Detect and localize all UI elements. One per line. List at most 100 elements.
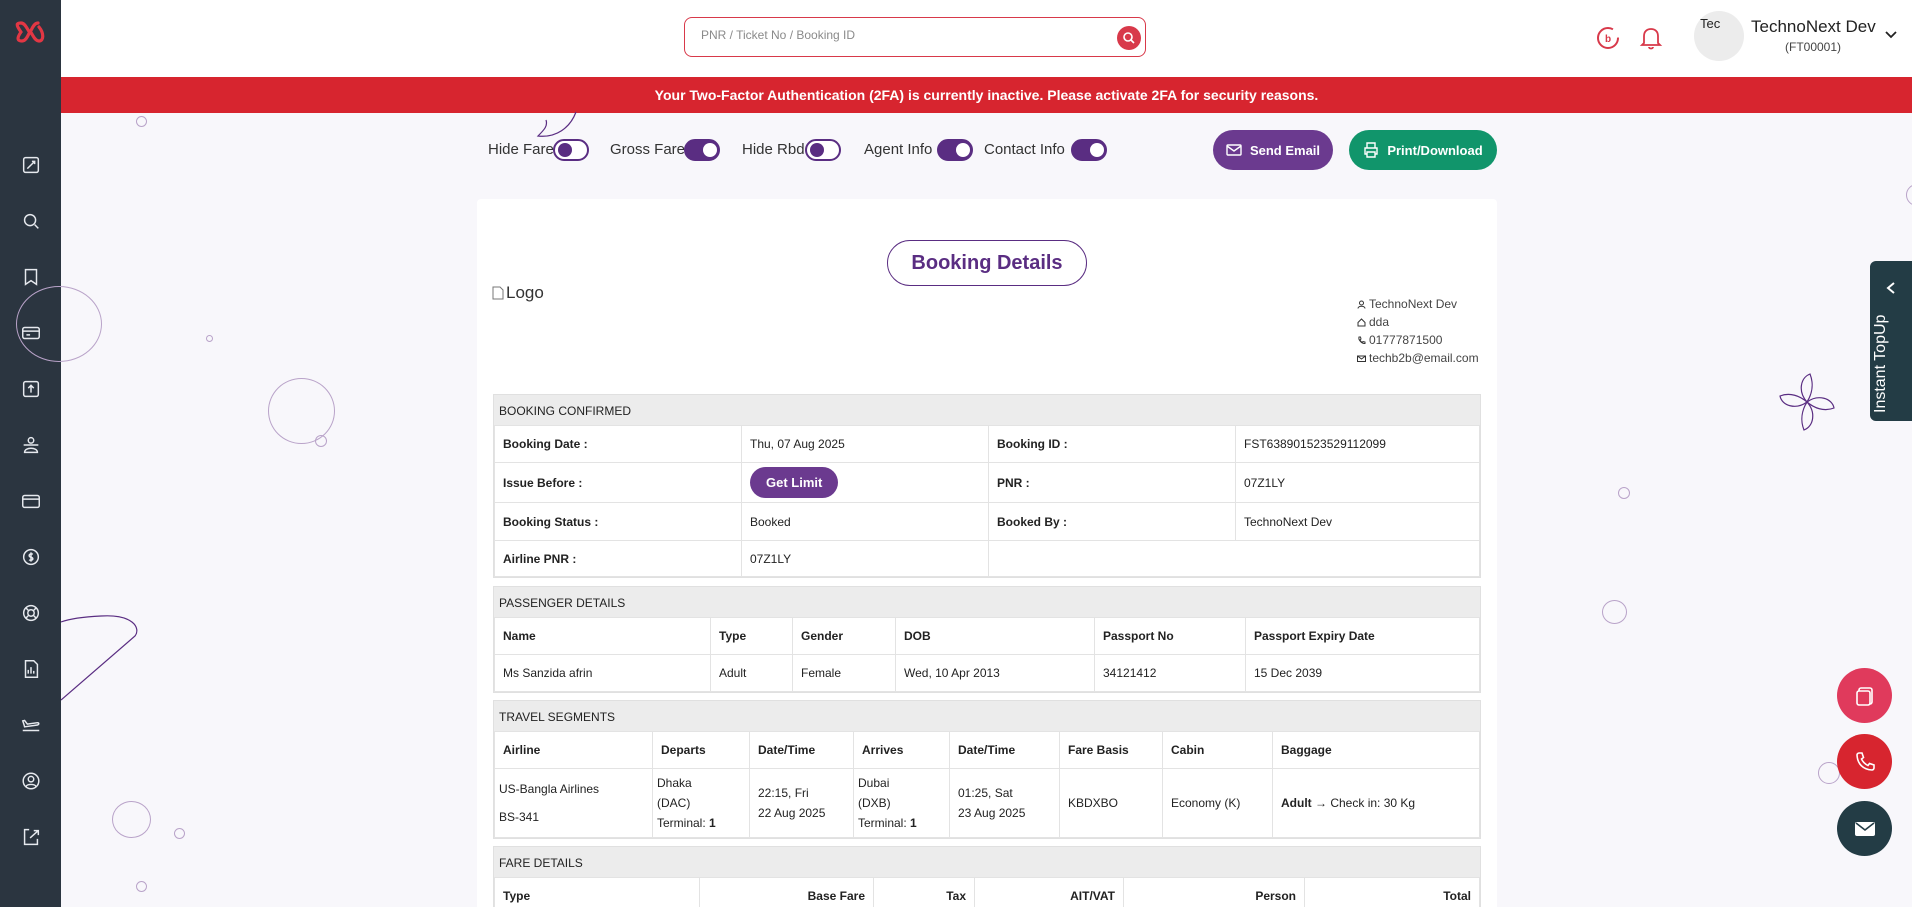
column-header: DOB	[895, 617, 1095, 655]
table-row: US-Bangla Airlines BS-341 Dhaka (DAC) Termi…	[494, 768, 1480, 838]
instant-topup-label: Instant TopUp	[1872, 314, 1889, 413]
agency-phone: 01777871500	[1369, 333, 1443, 347]
departure-terminal: Terminal: 1	[657, 813, 741, 833]
logo-alt-text: Logo	[506, 283, 544, 302]
airline-cell: US-Bangla Airlines BS-341	[494, 768, 653, 838]
decor-curve	[536, 111, 577, 137]
avatar[interactable]: Tec	[1694, 11, 1744, 61]
support-icon[interactable]	[19, 601, 43, 625]
booking-id-value: FST638901523529112099	[1235, 425, 1480, 463]
agent-info-toggle[interactable]	[937, 139, 973, 161]
table-row: Booking Status : Booked Booked By : Tech…	[494, 502, 1480, 541]
send-email-button[interactable]: Send Email	[1213, 130, 1333, 170]
decor-circle	[1618, 487, 1630, 499]
contact-info-toggle[interactable]	[1071, 139, 1107, 161]
column-header: Name	[494, 617, 711, 655]
passport-no: 34121412	[1094, 654, 1246, 692]
arrival-datetime-cell: 01:25, Sat 23 Aug 2025	[949, 768, 1060, 838]
passenger-dob: Wed, 10 Apr 2013	[895, 654, 1095, 692]
table-row: Issue Before : Get Limit PNR : 07Z1LY	[494, 462, 1480, 503]
column-header: Airline	[494, 731, 653, 769]
flight-number: BS-341	[499, 810, 540, 824]
decor-curve	[61, 615, 138, 701]
arrival-date: 23 Aug 2025	[958, 806, 1026, 820]
dashboard-icon[interactable]	[19, 153, 43, 177]
clipboard-fab-button[interactable]	[1837, 668, 1892, 723]
decor-circle	[136, 116, 147, 127]
airline-pnr-value: 07Z1LY	[741, 540, 989, 577]
column-header: Total	[1304, 877, 1480, 907]
brand-logo-icon[interactable]	[12, 14, 48, 50]
travel-segments-section: TRAVEL SEGMENTS Airline Departs Date/Tim…	[493, 700, 1481, 839]
mail-icon	[1226, 144, 1242, 156]
column-header: Date/Time	[949, 731, 1060, 769]
flight-icon[interactable]	[19, 713, 43, 737]
agency-address-row: dda	[1357, 315, 1389, 329]
report-icon[interactable]	[19, 657, 43, 681]
departure-code: (DAC)	[657, 796, 691, 810]
instant-topup-tab[interactable]: Instant TopUp	[1870, 261, 1912, 421]
search-button[interactable]	[1117, 26, 1141, 50]
booking-confirmed-heading: BOOKING CONFIRMED	[494, 395, 1480, 425]
booking-details-title: Booking Details	[887, 240, 1087, 286]
column-header: Date/Time	[749, 731, 854, 769]
bookmark-icon[interactable]	[19, 265, 43, 289]
balance-icon[interactable]: b	[1594, 24, 1622, 52]
passenger-name: Ms Sanzida afrin	[494, 654, 711, 692]
baggage-allowance: Check in: 30 Kg	[1330, 796, 1416, 810]
booking-date-value: Thu, 07 Aug 2025	[741, 425, 989, 463]
search-input[interactable]	[701, 28, 1091, 42]
profile-icon[interactable]	[19, 769, 43, 793]
baggage-pax-type: Adult →	[1281, 796, 1327, 810]
arrival-code: (DXB)	[858, 796, 891, 810]
user-name[interactable]: TechnoNext Dev	[1751, 17, 1876, 37]
passport-expiry: 15 Dec 2039	[1245, 654, 1480, 692]
message-fab-button[interactable]	[1837, 801, 1892, 856]
decor-circle	[206, 335, 213, 342]
terminal-label: Terminal:	[657, 816, 706, 830]
decor-circle	[174, 828, 185, 839]
person-icon	[1357, 300, 1366, 309]
terminal-number: 1	[709, 816, 716, 830]
decor-circle	[1906, 184, 1912, 206]
column-header: Departs	[652, 731, 750, 769]
logout-icon[interactable]	[19, 825, 43, 849]
fare-basis: KBDXBO	[1059, 768, 1163, 838]
send-email-label: Send Email	[1249, 142, 1321, 158]
airline-name: US-Bangla Airlines	[499, 782, 600, 796]
payment-icon[interactable]	[19, 545, 43, 569]
column-header: Base Fare	[699, 877, 874, 907]
cabin-class: Economy (K)	[1162, 768, 1273, 838]
toggle-label-agent-info: Agent Info	[864, 141, 933, 158]
phone-icon	[1855, 751, 1875, 771]
mail-icon	[1854, 821, 1875, 836]
column-header: Gender	[792, 617, 896, 655]
column-header: Cabin	[1162, 731, 1273, 769]
printer-icon	[1364, 142, 1379, 158]
decor-circle	[268, 378, 335, 444]
departure-city: Dhaka	[657, 776, 692, 790]
booking-status-label: Booking Status :	[494, 502, 742, 541]
table-row: Booking Date : Thu, 07 Aug 2025 Booking …	[494, 425, 1480, 463]
booking-status-value: Booked	[741, 502, 989, 541]
column-header: Passport No	[1094, 617, 1246, 655]
gross-fare-toggle[interactable]	[684, 139, 720, 161]
call-fab-button[interactable]	[1837, 734, 1892, 789]
hide-fare-toggle[interactable]	[553, 139, 589, 161]
search-icon[interactable]	[19, 209, 43, 233]
wallet-icon[interactable]	[19, 489, 43, 513]
chevron-left-icon	[1886, 282, 1895, 294]
chevron-down-icon[interactable]	[1884, 30, 1898, 40]
column-header: Type	[710, 617, 793, 655]
column-header: Type	[494, 877, 700, 907]
phone-icon	[1358, 336, 1366, 344]
hide-rbd-toggle[interactable]	[805, 139, 841, 161]
agency-name-row: TechnoNext Dev	[1357, 297, 1457, 311]
upload-icon[interactable]	[19, 377, 43, 401]
print-download-button[interactable]: Print/Download	[1349, 130, 1497, 170]
users-icon[interactable]	[19, 433, 43, 457]
get-limit-button[interactable]: Get Limit	[750, 467, 839, 498]
bell-icon[interactable]	[1637, 24, 1665, 52]
column-header: AIT/VAT	[974, 877, 1124, 907]
issue-before-label: Issue Before :	[494, 462, 742, 503]
